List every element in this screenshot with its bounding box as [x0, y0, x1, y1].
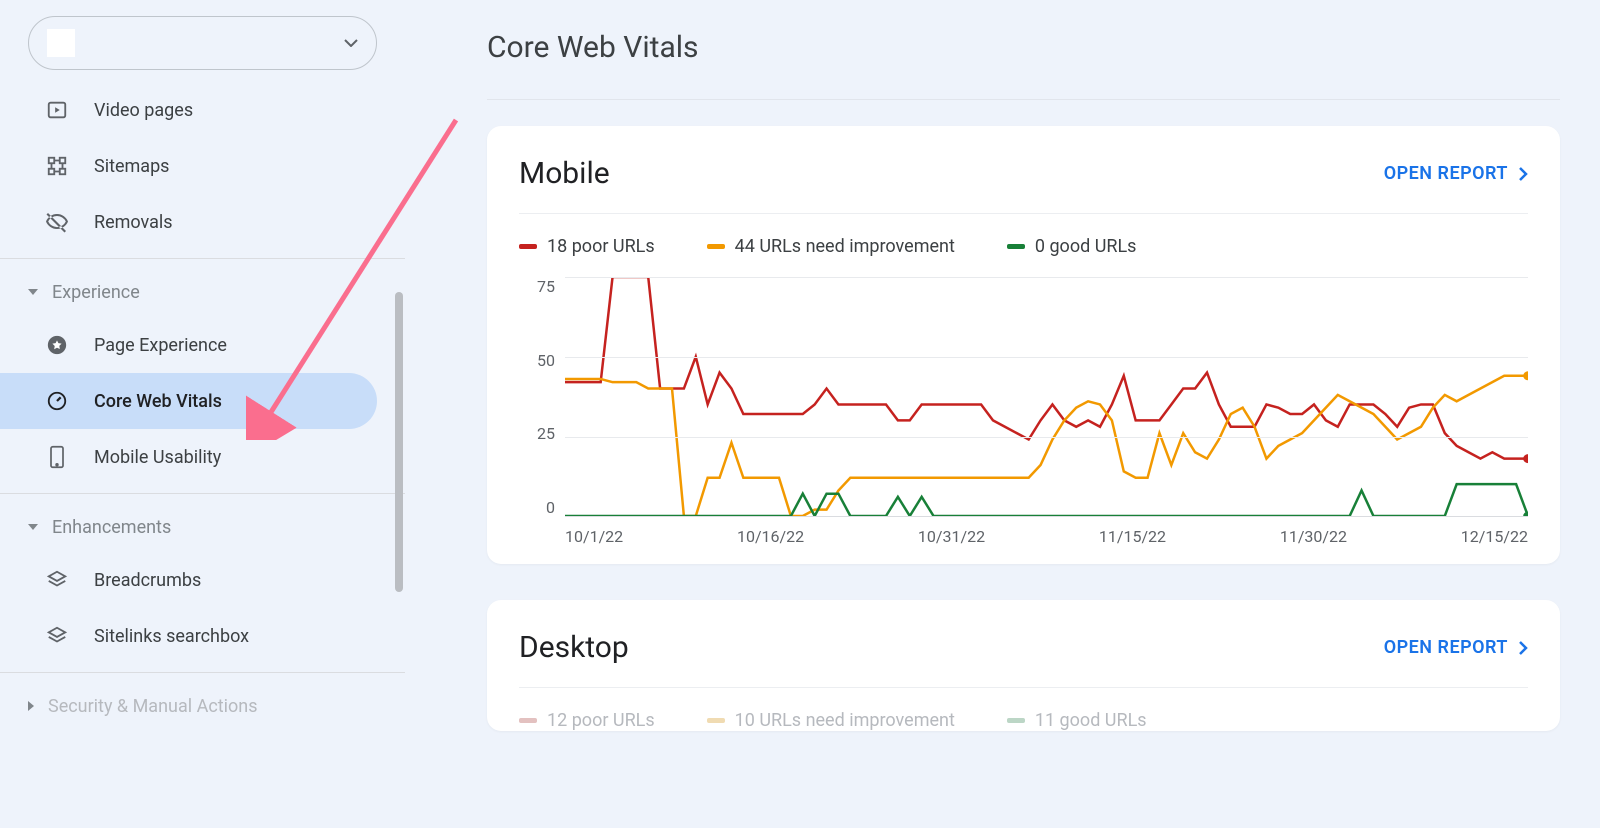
legend-improve-label: 10 URLs need improvement: [735, 710, 955, 731]
sidebar-scrollbar[interactable]: [395, 292, 403, 592]
sidebar-item-label: Page Experience: [94, 335, 227, 356]
legend-good-label: 11 good URLs: [1035, 710, 1147, 731]
sidebar-item-video-pages[interactable]: Video pages: [0, 82, 377, 138]
mobile-card-title: Mobile: [519, 156, 610, 191]
desktop-card-title: Desktop: [519, 630, 629, 665]
legend-good-label: 0 good URLs: [1035, 236, 1137, 257]
page-title: Core Web Vitals: [487, 20, 1560, 100]
legend-good: 0 good URLs: [1007, 236, 1137, 257]
sidebar: Video pages Sitemaps Removals Experience: [0, 0, 405, 828]
sidebar-nav: Video pages Sitemaps Removals Experience: [0, 82, 405, 808]
main-content: Core Web Vitals Mobile OPEN REPORT 18 po…: [405, 0, 1600, 828]
triangle-right-icon: [28, 701, 34, 711]
chevron-down-icon: [344, 39, 358, 47]
sidebar-item-label: Breadcrumbs: [94, 570, 201, 591]
sitelinks-searchbox-icon: [44, 623, 70, 649]
desktop-legend: 12 poor URLs 10 URLs need improvement 11…: [519, 710, 1528, 731]
property-selector[interactable]: [28, 16, 377, 70]
sidebar-item-label: Core Web Vitals: [94, 391, 222, 412]
section-experience[interactable]: Experience: [0, 267, 405, 317]
divider: [0, 672, 405, 673]
sidebar-item-label: Sitemaps: [94, 156, 169, 177]
mobile-chart: 7550250: [519, 277, 1528, 517]
legend-poor-label: 12 poor URLs: [547, 710, 655, 731]
open-report-desktop-button[interactable]: OPEN REPORT: [1384, 637, 1528, 658]
triangle-down-icon: [28, 289, 38, 295]
chart-svg: [565, 277, 1528, 516]
sidebar-item-label: Removals: [94, 212, 173, 233]
open-report-label: OPEN REPORT: [1384, 163, 1508, 184]
sidebar-item-removals[interactable]: Removals: [0, 194, 377, 250]
sidebar-item-label: Video pages: [94, 100, 193, 121]
sidebar-item-sitemaps[interactable]: Sitemaps: [0, 138, 377, 194]
section-security[interactable]: Security & Manual Actions: [0, 681, 405, 731]
legend-poor-label: 18 poor URLs: [547, 236, 655, 257]
sidebar-item-core-web-vitals[interactable]: Core Web Vitals: [0, 373, 377, 429]
legend-good: 11 good URLs: [1007, 710, 1147, 731]
legend-improve-label: 44 URLs need improvement: [735, 236, 955, 257]
desktop-card: Desktop OPEN REPORT 12 poor URLs 10 URLs…: [487, 600, 1560, 731]
section-label: Security & Manual Actions: [48, 696, 258, 717]
divider: [0, 258, 405, 259]
x-axis: 10/1/2210/16/2210/31/2211/15/2211/30/221…: [565, 517, 1528, 546]
legend-poor: 18 poor URLs: [519, 236, 655, 257]
legend-poor: 12 poor URLs: [519, 710, 655, 731]
sidebar-item-label: Mobile Usability: [94, 447, 221, 468]
open-report-label: OPEN REPORT: [1384, 637, 1508, 658]
page-experience-icon: [44, 332, 70, 358]
plot-area: [565, 277, 1528, 517]
mobile-card: Mobile OPEN REPORT 18 poor URLs 44 URLs …: [487, 126, 1560, 564]
section-label: Experience: [52, 282, 140, 303]
mobile-usability-icon: [44, 444, 70, 470]
mobile-legend: 18 poor URLs 44 URLs need improvement 0 …: [519, 236, 1528, 257]
removals-icon: [44, 209, 70, 235]
sidebar-item-breadcrumbs[interactable]: Breadcrumbs: [0, 552, 377, 608]
triangle-down-icon: [28, 524, 38, 530]
legend-improve: 10 URLs need improvement: [707, 710, 955, 731]
breadcrumbs-icon: [44, 567, 70, 593]
sidebar-item-page-experience[interactable]: Page Experience: [0, 317, 377, 373]
chevron-right-icon: [1518, 640, 1528, 656]
sitemaps-icon: [44, 153, 70, 179]
y-axis: 7550250: [519, 277, 565, 517]
legend-improve: 44 URLs need improvement: [707, 236, 955, 257]
sidebar-item-label: Sitelinks searchbox: [94, 626, 249, 647]
video-pages-icon: [44, 97, 70, 123]
sidebar-item-sitelinks-searchbox[interactable]: Sitelinks searchbox: [0, 608, 377, 664]
open-report-mobile-button[interactable]: OPEN REPORT: [1384, 163, 1528, 184]
section-label: Enhancements: [52, 517, 171, 538]
sidebar-item-mobile-usability[interactable]: Mobile Usability: [0, 429, 377, 485]
section-enhancements[interactable]: Enhancements: [0, 502, 405, 552]
chevron-right-icon: [1518, 166, 1528, 182]
property-thumbnail: [47, 29, 75, 57]
core-web-vitals-icon: [44, 388, 70, 414]
divider: [0, 493, 405, 494]
